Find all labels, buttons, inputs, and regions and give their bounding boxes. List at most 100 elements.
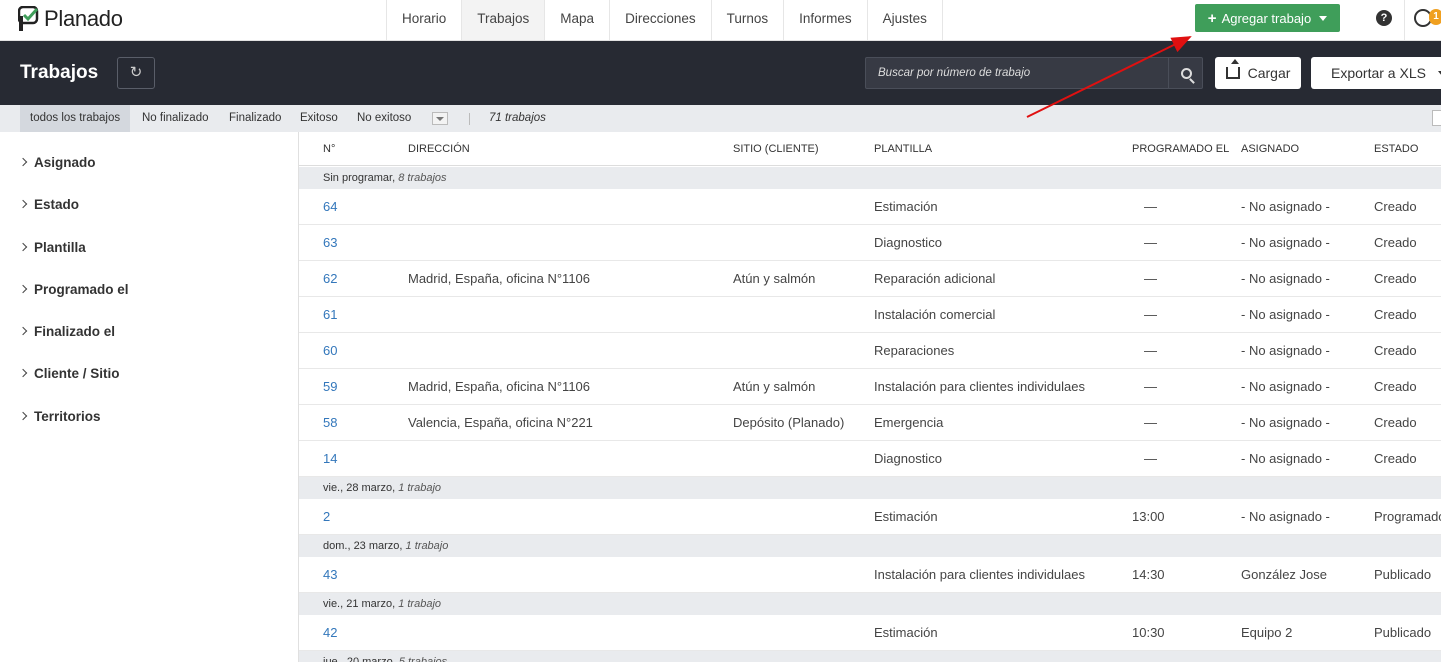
table-row[interactable]: 60 Reparaciones — - No asignado - Creado [299, 333, 1441, 369]
cell-num[interactable]: 61 [323, 297, 337, 333]
export-xls-button[interactable]: Exportar a XLS [1311, 57, 1441, 89]
add-job-button[interactable]: + Agregar trabajo [1195, 4, 1340, 32]
cell-num[interactable]: 59 [323, 369, 337, 405]
table-row[interactable]: 64 Estimación — - No asignado - Creado [299, 189, 1441, 225]
table-row[interactable]: 59 Madrid, España, oficina N°1106 Atún y s… [299, 369, 1441, 405]
column-settings-button[interactable] [1432, 110, 1441, 126]
sidebar-item-asignado[interactable]: Asignado [18, 152, 96, 172]
group-label: vie., 21 marzo, [323, 598, 396, 610]
cell-template: Instalación para clientes individulaes [874, 567, 1086, 582]
refresh-button[interactable]: ↻ [117, 57, 155, 89]
column-header-site[interactable]: SITIO (CLIENTE) [733, 132, 819, 166]
nav-informes[interactable]: Informes [783, 0, 867, 40]
cell-scheduled: — [1144, 235, 1157, 250]
column-header-template[interactable]: PLANTILLA [874, 132, 932, 166]
column-header-status[interactable]: ESTADO [1374, 132, 1418, 166]
job-count: 71 trabajos [489, 112, 546, 124]
nav-trabajos[interactable]: Trabajos [461, 0, 545, 40]
cell-status: Creado [1374, 199, 1417, 214]
cell-num[interactable]: 58 [323, 405, 337, 441]
cell-assigned: - No asignado - [1241, 379, 1330, 394]
filter-more-dropdown[interactable] [432, 112, 448, 125]
table-row[interactable]: 62 Madrid, España, oficina N°1106 Atún y s… [299, 261, 1441, 297]
help-icon[interactable]: ? [1376, 10, 1392, 26]
group-count: 1 trabajo [398, 598, 442, 610]
notification-badge: 1 [1429, 9, 1441, 25]
filter-tab-finished[interactable]: Finalizado [219, 105, 291, 132]
group-count: 1 trabajo [398, 482, 442, 494]
filter-tab-successful[interactable]: Exitoso [290, 105, 348, 132]
table-row[interactable]: 58 Valencia, España, oficina N°221 Depósit… [299, 405, 1441, 441]
cell-assigned: - No asignado - [1241, 199, 1330, 214]
column-header-assigned[interactable]: ASIGNADO [1241, 132, 1299, 166]
chevron-right-icon [18, 284, 28, 294]
cell-num[interactable]: 64 [323, 189, 337, 225]
filter-tab-not-finished[interactable]: No finalizado [132, 105, 218, 132]
nav-direcciones[interactable]: Direcciones [609, 0, 711, 40]
cell-num[interactable]: 42 [323, 615, 337, 651]
cell-assigned: - No asignado - [1241, 509, 1330, 524]
table-row[interactable]: 2 Estimación 13:00 - No asignado - Programad… [299, 499, 1441, 535]
filter-tab-unsuccessful[interactable]: No exitoso [347, 105, 421, 132]
column-header-num[interactable]: N° [323, 132, 335, 166]
cell-assigned: - No asignado - [1241, 451, 1330, 466]
column-header-scheduled[interactable]: PROGRAMADO EL [1132, 132, 1229, 166]
sidebar-item-cliente-sitio[interactable]: Cliente / Sitio [18, 363, 120, 383]
cell-num[interactable]: 60 [323, 333, 337, 369]
sidebar-item-finalizado[interactable]: Finalizado el [18, 321, 116, 341]
group-header: dom., 23 marzo, 1 trabajo [299, 535, 1441, 557]
cell-num[interactable]: 63 [323, 225, 337, 261]
jobs-table: N° DIRECCIÓN SITIO (CLIENTE) PLANTILLA P… [299, 132, 1441, 662]
nav-horario[interactable]: Horario [386, 0, 461, 40]
cell-scheduled: 13:00 [1132, 509, 1165, 524]
cell-scheduled: — [1144, 271, 1157, 286]
sidebar-item-estado[interactable]: Estado [18, 194, 80, 214]
cell-assigned: González Jose [1241, 567, 1327, 582]
sidebar-item-territorios[interactable]: Territorios [18, 406, 101, 426]
cell-scheduled: — [1144, 199, 1157, 214]
cell-status: Publicado [1374, 567, 1432, 582]
cell-num[interactable]: 62 [323, 261, 337, 297]
cell-status: Creado [1374, 379, 1417, 394]
filter-tab-all[interactable]: todos los trabajos [20, 105, 131, 132]
cell-template: Diagnostico [874, 451, 942, 466]
nav-turnos[interactable]: Turnos [710, 0, 784, 40]
table-row[interactable]: 14 Diagnostico — - No asignado - Creado [299, 441, 1441, 477]
cell-assigned: Equipo 2 [1241, 625, 1293, 640]
cell-template: Estimación [874, 199, 938, 214]
sidebar-item-plantilla[interactable]: Plantilla [18, 237, 86, 257]
cell-num[interactable]: 2 [323, 499, 330, 535]
filter-tabs: todos los trabajos No finalizado Finaliz… [0, 105, 1441, 132]
table-row[interactable]: 63 Diagnostico — - No asignado - Creado [299, 225, 1441, 261]
table-row[interactable]: 42 Estimación 10:30 Equipo 2 Publicado [299, 615, 1441, 651]
search-button[interactable] [1168, 58, 1203, 88]
cell-status: Programado [1374, 509, 1441, 524]
cell-scheduled: — [1144, 343, 1157, 358]
divider [1404, 0, 1405, 40]
sidebar-item-label: Estado [34, 196, 80, 212]
chevron-right-icon [18, 242, 28, 252]
page-header: Trabajos ↻ Cargar Exportar a XLS [0, 41, 1441, 105]
cell-template: Instalación para clientes individulaes [874, 379, 1086, 394]
export-label: Exportar a XLS [1331, 65, 1426, 81]
cell-scheduled: — [1144, 415, 1157, 430]
cell-template: Estimación [874, 625, 938, 640]
cell-assigned: - No asignado - [1241, 271, 1330, 286]
sidebar-item-label: Finalizado el [34, 323, 116, 339]
column-header-address[interactable]: DIRECCIÓN [408, 132, 470, 166]
search-input[interactable] [866, 58, 1168, 88]
cell-num[interactable]: 14 [323, 441, 337, 477]
cell-num[interactable]: 43 [323, 557, 337, 593]
upload-label: Cargar [1247, 65, 1291, 81]
sidebar-item-label: Plantilla [34, 239, 86, 255]
group-count: 5 trabajos [398, 656, 448, 662]
sidebar-item-programado[interactable]: Programado el [18, 279, 129, 299]
logo[interactable]: Planado [18, 5, 123, 33]
nav-ajustes[interactable]: Ajustes [866, 0, 943, 40]
cell-assigned: - No asignado - [1241, 235, 1330, 250]
nav-mapa[interactable]: Mapa [544, 0, 609, 40]
chevron-down-icon [1319, 15, 1328, 21]
table-row[interactable]: 61 Instalación comercial — - No asignado - C… [299, 297, 1441, 333]
upload-button[interactable]: Cargar [1215, 57, 1301, 89]
table-row[interactable]: 43 Instalación para clientes individulaes… [299, 557, 1441, 593]
